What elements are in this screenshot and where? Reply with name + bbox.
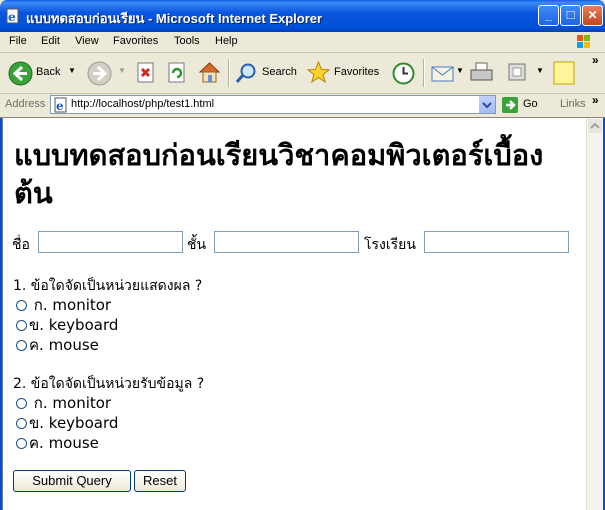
address-dropdown-button[interactable] <box>478 96 495 113</box>
school-input[interactable] <box>424 231 569 253</box>
go-label[interactable]: Go <box>523 98 538 110</box>
menu-edit[interactable]: Edit <box>41 35 60 47</box>
messenger-note-icon[interactable] <box>552 60 576 86</box>
stop-icon[interactable] <box>136 62 156 84</box>
address-url[interactable]: http://localhost/php/test1.html <box>71 98 214 110</box>
back-arrow-icon[interactable] <box>8 61 33 86</box>
submit-button[interactable]: Submit Query <box>13 470 131 492</box>
q1-radio-c[interactable] <box>16 340 27 351</box>
name-input[interactable] <box>38 231 183 253</box>
search-icon[interactable] <box>235 62 259 84</box>
reset-button[interactable]: Reset <box>134 470 186 492</box>
title-bar[interactable]: e แบบทดสอบก่อนเรียน - Microsoft Internet… <box>0 0 605 32</box>
home-icon[interactable] <box>197 60 222 84</box>
links-overflow-icon[interactable]: » <box>592 93 599 107</box>
toolbar-overflow-icon[interactable]: » <box>592 53 599 67</box>
svg-text:e: e <box>56 99 64 113</box>
minimize-button[interactable]: _ <box>538 5 559 26</box>
edit-page-icon[interactable] <box>507 62 527 82</box>
toolbar: Back ▼ ▼ Search Favorites ▼ ▼ » <box>0 53 605 94</box>
chevron-up-icon <box>590 122 600 129</box>
menu-favorites[interactable]: Favorites <box>113 35 158 47</box>
menu-help[interactable]: Help <box>215 35 238 47</box>
chevron-down-icon <box>482 102 492 109</box>
class-label: ชั้น <box>187 237 207 253</box>
menu-file[interactable]: File <box>9 35 27 47</box>
maximize-button[interactable]: □ <box>560 5 581 26</box>
scroll-up-button[interactable] <box>587 118 603 134</box>
q2-radio-c[interactable] <box>16 438 27 449</box>
menu-tools[interactable]: Tools <box>174 35 200 47</box>
address-bar: Address e http://localhost/php/test1.htm… <box>0 93 605 118</box>
windows-logo-icon <box>577 35 590 48</box>
menu-bar: File Edit View Favorites Tools Help <box>0 32 605 53</box>
q2-radio-b[interactable] <box>16 418 27 429</box>
mail-dropdown-icon[interactable]: ▼ <box>456 66 464 75</box>
page-icon: e <box>54 97 67 113</box>
edit-dropdown-icon[interactable]: ▼ <box>536 66 544 75</box>
svg-text:e: e <box>8 10 16 24</box>
refresh-icon[interactable] <box>167 62 187 84</box>
q1-radio-a[interactable] <box>16 300 27 311</box>
search-label[interactable]: Search <box>262 66 297 78</box>
mail-icon[interactable] <box>430 61 455 85</box>
forward-dropdown-icon[interactable]: ▼ <box>118 66 126 75</box>
go-arrow-icon <box>502 97 518 113</box>
close-button[interactable]: ✕ <box>582 5 603 26</box>
page-content: แบบทดสอบก่อนเรียนวิชาคอมพิวเตอร์เบื้องต้… <box>2 118 586 510</box>
vertical-scrollbar[interactable] <box>586 118 604 510</box>
q2-option-c[interactable]: ค. mouse <box>16 431 99 455</box>
favorites-star-icon[interactable] <box>306 60 331 85</box>
print-icon[interactable] <box>469 61 494 85</box>
forward-arrow-icon[interactable] <box>87 61 112 86</box>
class-input[interactable] <box>214 231 359 253</box>
browser-window: e แบบทดสอบก่อนเรียน - Microsoft Internet… <box>0 0 605 510</box>
links-label[interactable]: Links <box>560 98 586 110</box>
q1-radio-b[interactable] <box>16 320 27 331</box>
ie-page-icon: e <box>6 8 19 24</box>
favorites-label[interactable]: Favorites <box>334 66 379 78</box>
back-dropdown-icon[interactable]: ▼ <box>68 66 76 75</box>
window-title: แบบทดสอบก่อนเรียน - Microsoft Internet E… <box>26 11 323 26</box>
page-heading: แบบทดสอบก่อนเรียนวิชาคอมพิวเตอร์เบื้องต้… <box>14 138 544 210</box>
back-label[interactable]: Back <box>36 66 60 78</box>
q2-radio-a[interactable] <box>16 398 27 409</box>
address-label: Address <box>5 98 46 110</box>
name-label: ชื่อ <box>12 237 30 253</box>
q1-option-c[interactable]: ค. mouse <box>16 333 99 357</box>
school-label: โรงเรียน <box>364 237 416 253</box>
menu-view[interactable]: View <box>75 35 99 47</box>
history-icon[interactable] <box>391 61 416 86</box>
address-input[interactable]: e http://localhost/php/test1.html <box>50 95 496 114</box>
